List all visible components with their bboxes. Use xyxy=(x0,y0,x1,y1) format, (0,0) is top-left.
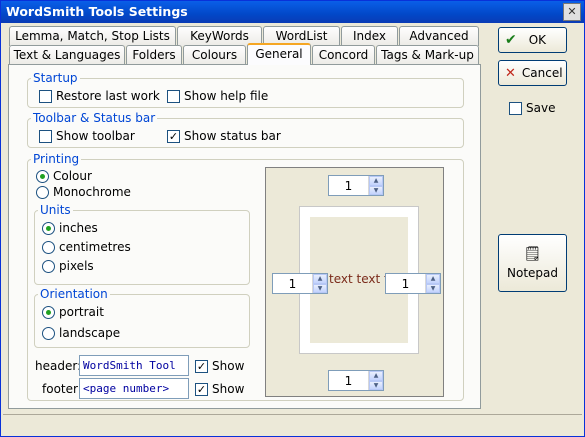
header-input[interactable]: WordSmith Tool xyxy=(79,355,189,376)
monochrome-radio[interactable]: Monochrome xyxy=(36,185,131,199)
show-toolbar-checkbox[interactable]: Show toolbar xyxy=(39,129,135,143)
portrait-radio[interactable]: portrait xyxy=(42,305,104,319)
radio-dot xyxy=(36,185,49,199)
divider xyxy=(3,414,582,415)
bottom-margin-spinner[interactable]: 1 ▲ ▼ xyxy=(328,370,384,391)
show-help-file-checkbox[interactable]: Show help file xyxy=(167,89,268,103)
checkmark-icon: ✓ xyxy=(167,129,180,143)
radio-dot xyxy=(42,240,55,254)
right-margin-spinner[interactable]: 1 ▲ ▼ xyxy=(385,273,441,294)
footer-show-checkbox[interactable]: ✓ Show xyxy=(195,382,244,396)
spin-up-icon[interactable]: ▲ xyxy=(369,176,383,186)
checkmark-icon: ✓ xyxy=(195,382,208,396)
radio-dot xyxy=(36,169,49,183)
radio-dot xyxy=(42,326,55,340)
radio-dot xyxy=(42,259,55,273)
inches-radio[interactable]: inches xyxy=(42,221,98,235)
tab-text-languages[interactable]: Text & Languages xyxy=(9,45,125,65)
checkmark-icon: ✓ xyxy=(195,359,208,373)
show-status-bar-checkbox[interactable]: ✓ Show status bar xyxy=(167,129,281,143)
tab-tags-markup[interactable]: Tags & Mark-up xyxy=(376,45,479,65)
ok-button[interactable]: ✔ OK xyxy=(498,27,567,53)
title-bar: WordSmith Tools Settings ✕ xyxy=(1,1,584,23)
tab-lemma-match-stop-lists[interactable]: Lemma, Match, Stop Lists xyxy=(9,26,176,46)
spin-down-icon[interactable]: ▼ xyxy=(369,380,383,390)
printing-label: Printing xyxy=(31,152,82,166)
tab-concord[interactable]: Concord xyxy=(312,45,375,65)
spin-up-icon[interactable]: ▲ xyxy=(369,371,383,381)
pixels-radio[interactable]: pixels xyxy=(42,259,94,273)
tab-colours[interactable]: Colours xyxy=(183,45,246,65)
settings-window: WordSmith Tools Settings ✕ Lemma, Match,… xyxy=(0,0,585,437)
checkbox-box xyxy=(39,129,52,143)
centimetres-radio[interactable]: centimetres xyxy=(42,240,131,254)
radio-dot xyxy=(42,305,55,319)
checkmark-icon: ✔ xyxy=(505,32,517,48)
header-show-checkbox[interactable]: ✓ Show xyxy=(195,359,244,373)
left-margin-spinner[interactable]: 1 ▲ ▼ xyxy=(272,273,328,294)
footer-label: footer: xyxy=(42,382,82,396)
spin-up-icon[interactable]: ▲ xyxy=(313,274,327,284)
colour-radio[interactable]: Colour xyxy=(36,169,92,183)
checkbox-box xyxy=(167,89,180,103)
tab-index[interactable]: Index xyxy=(341,26,398,46)
checkbox-box xyxy=(509,101,522,115)
window-title: WordSmith Tools Settings xyxy=(6,4,188,19)
notepad-icon: 🗒 xyxy=(523,246,542,262)
startup-label: Startup xyxy=(31,71,80,85)
top-margin-spinner[interactable]: 1 ▲ ▼ xyxy=(328,175,384,196)
toolbar-status-label: Toolbar & Status bar xyxy=(31,111,158,125)
orientation-label: Orientation xyxy=(38,287,110,301)
landscape-radio[interactable]: landscape xyxy=(42,326,120,340)
cancel-x-icon: ✕ xyxy=(505,65,516,81)
radio-dot xyxy=(42,221,55,235)
spin-down-icon[interactable]: ▼ xyxy=(369,185,383,195)
tab-general[interactable]: General xyxy=(247,43,311,65)
footer-input[interactable]: <page number> xyxy=(79,378,189,399)
spin-down-icon[interactable]: ▼ xyxy=(426,283,440,293)
notepad-button[interactable]: 🗒 Notepad xyxy=(498,234,567,292)
close-icon[interactable]: ✕ xyxy=(563,3,581,21)
general-panel: Startup Restore last work Show help file… xyxy=(8,64,481,409)
tab-folders[interactable]: Folders xyxy=(126,45,182,65)
restore-last-work-checkbox[interactable]: Restore last work xyxy=(39,89,160,103)
spin-up-icon[interactable]: ▲ xyxy=(426,274,440,284)
spin-down-icon[interactable]: ▼ xyxy=(313,283,327,293)
header-label: header: xyxy=(35,359,82,373)
cancel-button[interactable]: ✕ Cancel xyxy=(498,60,567,86)
tab-advanced[interactable]: Advanced xyxy=(399,26,479,46)
checkbox-box xyxy=(39,89,52,103)
units-label: Units xyxy=(38,203,73,217)
save-checkbox[interactable]: Save xyxy=(509,101,555,115)
